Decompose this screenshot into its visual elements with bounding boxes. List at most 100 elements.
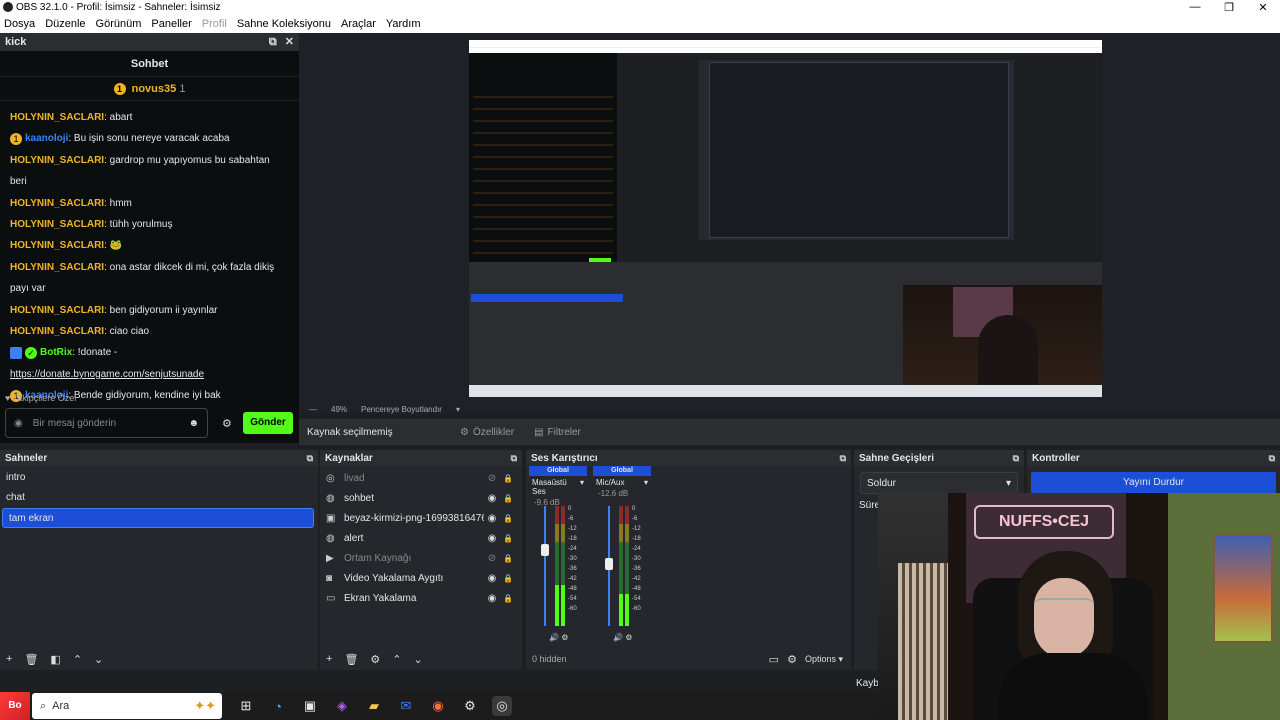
eye-hidden-icon[interactable]: ⊘ — [484, 473, 500, 484]
add-source-icon[interactable]: + — [326, 653, 332, 665]
mail-icon[interactable]: ✉ — [396, 696, 416, 716]
eye-icon[interactable]: ◉ — [484, 593, 500, 604]
zoom-level[interactable]: 49% — [331, 405, 347, 414]
source-item[interactable]: ▭ Ekran Yakalama ◉ 🔒 — [320, 588, 522, 608]
lock-icon[interactable]: 🔒 — [500, 574, 516, 583]
speaker-icon[interactable]: 🔊 — [549, 633, 559, 642]
scene-item[interactable]: chat — [0, 488, 318, 508]
close-window-button[interactable]: ✕ — [1246, 1, 1280, 14]
chat-username[interactable]: HOLYNIN_SACLARI — [10, 305, 104, 316]
volume-slider-handle[interactable] — [605, 558, 613, 570]
taskbar-search[interactable]: ⌕ Ara ✦✦ — [32, 693, 222, 719]
close-dock-icon[interactable]: ✕ — [285, 36, 294, 48]
source-properties-icon[interactable]: ⚙ — [370, 653, 380, 666]
chat-username[interactable]: HOLYNIN_SACLARI — [10, 112, 104, 123]
remove-scene-icon[interactable]: 🗑 — [24, 653, 38, 666]
edge-icon[interactable]: ◔ — [268, 696, 288, 716]
zoom-out-icon[interactable]: — — [309, 405, 317, 414]
scene-filters-icon[interactable]: ◧ — [50, 653, 60, 666]
menu-scene-collection[interactable]: Sahne Koleksiyonu — [237, 18, 331, 30]
panel-undock-icon[interactable]: ⧉ — [511, 453, 517, 464]
minimize-button[interactable]: — — [1178, 1, 1212, 14]
volume-slider-handle[interactable] — [541, 544, 549, 556]
menu-profile[interactable]: Profil — [202, 18, 227, 30]
chat-username[interactable]: BotRix — [40, 347, 72, 358]
scene-item[interactable]: tam ekran — [2, 508, 314, 528]
chat-input[interactable]: ◉ Bir mesaj gönderin ☻ — [5, 408, 208, 438]
panel-undock-icon[interactable]: ⧉ — [1013, 453, 1019, 464]
chat-username[interactable]: HOLYNIN_SACLARI — [10, 198, 104, 209]
menu-edit[interactable]: Düzenle — [45, 18, 85, 30]
properties-button[interactable]: ⚙ Özellikler — [450, 421, 524, 443]
move-down-icon[interactable]: ⌄ — [94, 653, 103, 666]
chat-settings-icon[interactable]: ⚙ — [222, 417, 232, 430]
lock-icon[interactable]: 🔒 — [500, 474, 516, 483]
chat-username[interactable]: HOLYNIN_SACLARI — [10, 240, 104, 251]
source-item[interactable]: ▣ beyaz-kirmizi-png-1699381647670.p◉🔒 — [320, 508, 522, 528]
settings-icon[interactable]: ⚙ — [460, 696, 480, 716]
chat-username[interactable]: HOLYNIN_SACLARI — [10, 219, 104, 230]
menu-view[interactable]: Görünüm — [96, 18, 142, 30]
start-icon[interactable]: Bo — [0, 692, 30, 720]
chat-username[interactable]: HOLYNIN_SACLARI — [10, 155, 104, 166]
pinned-user-name[interactable]: novus35 — [132, 83, 177, 95]
lock-icon[interactable]: 🔒 — [500, 494, 516, 503]
menu-file[interactable]: Dosya — [4, 18, 35, 30]
move-up-icon[interactable]: ⌃ — [392, 653, 401, 666]
mixer-layout-icon[interactable]: ▭ — [769, 653, 779, 666]
obs-taskbar-icon[interactable]: ◎ — [492, 696, 512, 716]
scene-item[interactable]: intro — [0, 468, 318, 488]
menu-tools[interactable]: Araçlar — [341, 18, 376, 30]
source-item[interactable]: ◙ Video Yakalama Aygıtı ◉ 🔒 — [320, 568, 522, 588]
undock-icon[interactable]: ⧉ — [269, 36, 277, 48]
lock-icon[interactable]: 🔒 — [500, 594, 516, 603]
eye-icon[interactable]: ◉ — [484, 493, 500, 504]
panel-undock-icon[interactable]: ⧉ — [840, 453, 846, 464]
lock-icon[interactable]: 🔒 — [500, 534, 516, 543]
filters-button[interactable]: ▤ Filtreler — [524, 421, 591, 443]
file-explorer-icon[interactable]: ▰ — [364, 696, 384, 716]
chat-username[interactable]: HOLYNIN_SACLARI — [10, 326, 104, 337]
chat-username[interactable]: HOLYNIN_SACLARI — [10, 262, 104, 273]
send-button[interactable]: Gönder — [243, 412, 293, 434]
menu-docks[interactable]: Paneller — [151, 18, 191, 30]
panel-undock-icon[interactable]: ⧉ — [1269, 453, 1275, 464]
zoom-mode[interactable]: Pencereye Boyutlandır — [361, 405, 442, 414]
source-item[interactable]: ◎ livad ⊘ 🔒 — [320, 468, 522, 488]
panel-undock-icon[interactable]: ⧉ — [307, 453, 313, 464]
lock-icon[interactable]: 🔒 — [500, 514, 516, 523]
mixer-channel-name[interactable]: Mic/Aux ▾ — [593, 478, 651, 487]
channel-settings-icon[interactable]: ⚙ — [559, 633, 568, 642]
eye-icon[interactable]: ◉ — [484, 533, 500, 544]
emoji-icon[interactable]: ☻ — [188, 418, 199, 429]
eye-icon[interactable]: ◉ — [484, 573, 500, 584]
mixer-options-button[interactable]: Options ▾ — [805, 654, 843, 665]
speaker-icon[interactable]: 🔊 — [613, 633, 623, 642]
chat-link[interactable]: https://donate.bynogame.com/senjutsunade — [10, 369, 204, 380]
transition-select[interactable]: Soldur ▾ — [860, 472, 1018, 494]
move-up-icon[interactable]: ⌃ — [73, 653, 82, 666]
source-item[interactable]: ▶ Ortam Kaynağı ⊘ 🔒 — [320, 548, 522, 568]
eye-hidden-icon[interactable]: ⊘ — [484, 553, 500, 564]
source-item[interactable]: ◍ sohbet ◉ 🔒 — [320, 488, 522, 508]
stop-stream-button[interactable]: Yayını Durdur — [1031, 472, 1276, 494]
eye-icon[interactable]: ◉ — [484, 513, 500, 524]
add-scene-icon[interactable]: + — [6, 653, 12, 665]
task-view-icon[interactable]: ⊞ — [236, 696, 256, 716]
store-icon[interactable]: ▣ — [300, 696, 320, 716]
move-down-icon[interactable]: ⌄ — [414, 653, 423, 666]
chat-username[interactable]: kaanoloji — [25, 133, 68, 144]
remove-source-icon[interactable]: 🗑 — [344, 653, 358, 666]
volume-slider-track[interactable] — [544, 506, 546, 626]
program-preview[interactable] — [469, 40, 1102, 397]
lock-icon[interactable]: 🔒 — [500, 554, 516, 563]
firefox-icon[interactable]: ◉ — [428, 696, 448, 716]
copilot-icon[interactable]: ◈ — [332, 696, 352, 716]
channel-settings-icon[interactable]: ⚙ — [623, 633, 632, 642]
source-item[interactable]: ◍ alert ◉ 🔒 — [320, 528, 522, 548]
maximize-button[interactable]: ❐ — [1212, 1, 1246, 14]
mixer-settings-icon[interactable]: ⚙ — [787, 653, 797, 666]
mixer-channel-name[interactable]: Masaüstü Ses ▾ — [529, 478, 587, 496]
zoom-dropdown-icon[interactable]: ▾ — [456, 405, 460, 414]
menu-help[interactable]: Yardım — [386, 18, 421, 30]
